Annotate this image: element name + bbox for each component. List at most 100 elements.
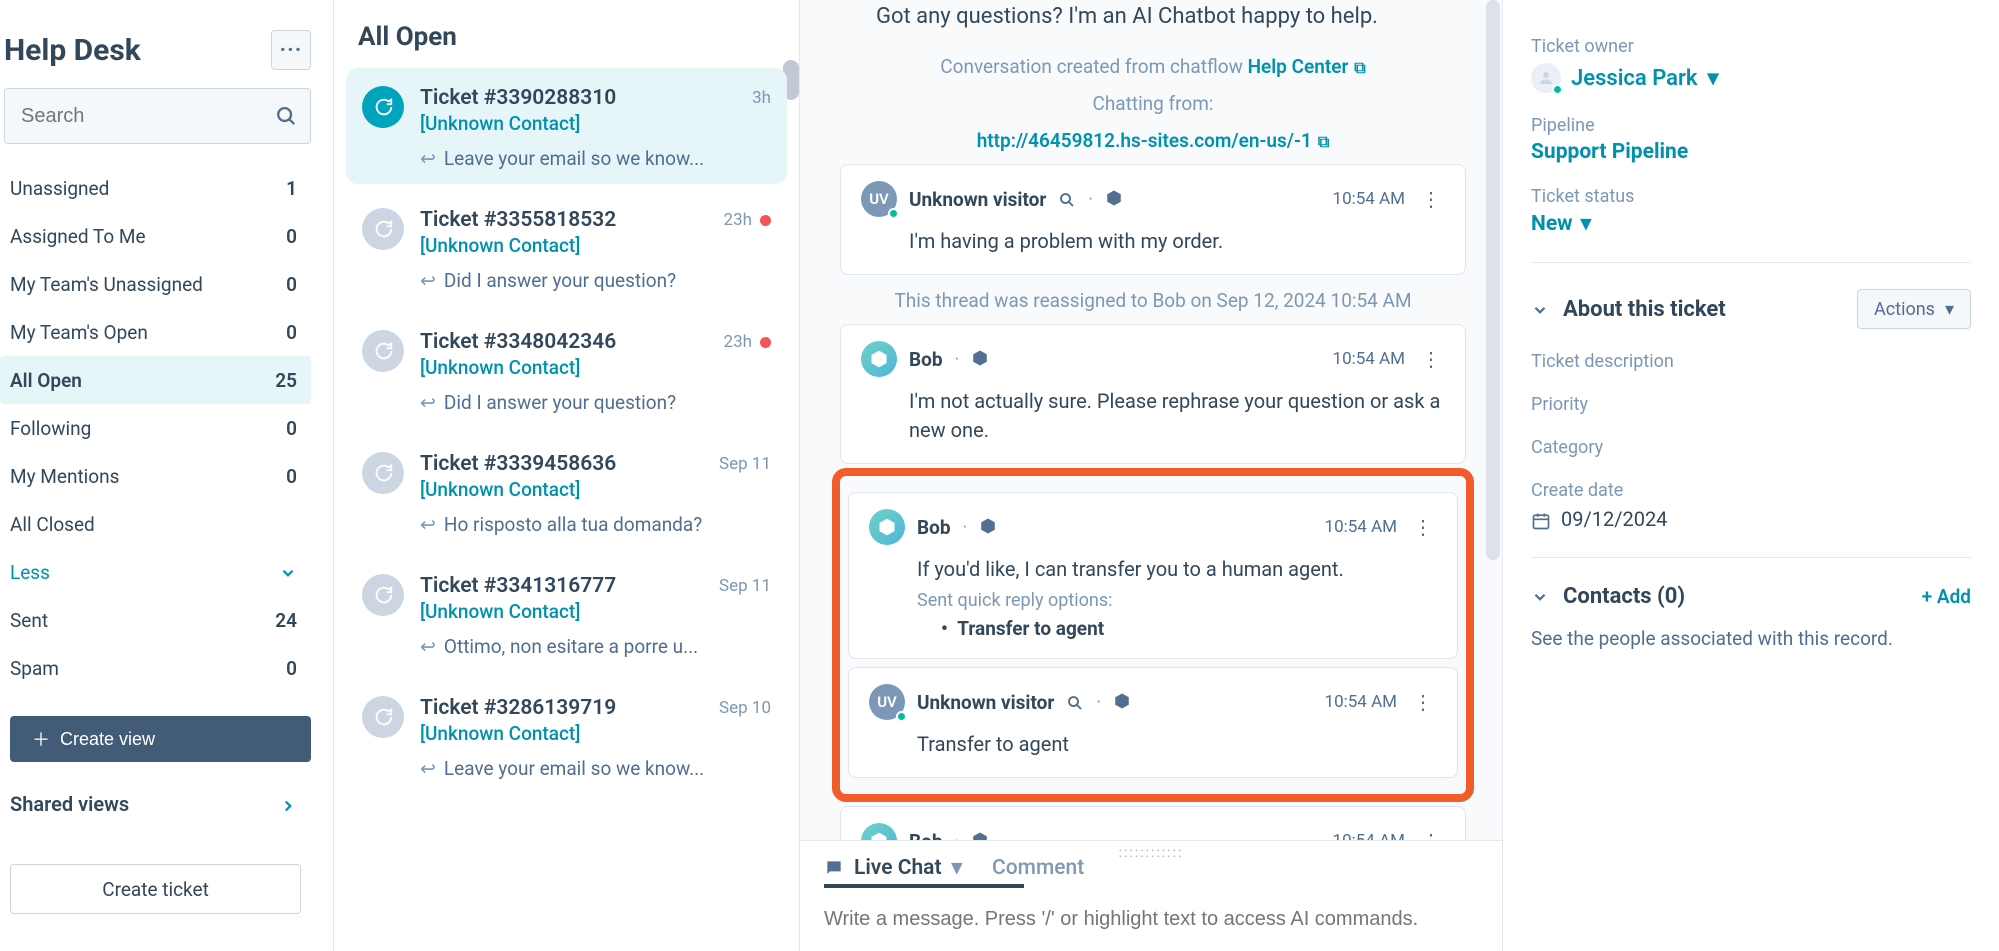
reply-arrow-icon: ↩ [420, 757, 436, 780]
bot-avatar-icon [869, 509, 905, 545]
shared-views-toggle[interactable]: Shared views [0, 792, 311, 816]
sidebar: Help Desk ··· Unassigned1 Assigned To Me… [0, 0, 334, 951]
nav-sent[interactable]: Sent24 [0, 596, 311, 644]
add-contact-button[interactable]: + Add [1922, 585, 1971, 608]
ticket-preview: ↩ Ho risposto alla tua domanda? [420, 513, 771, 536]
status-label: Ticket status [1531, 186, 1971, 207]
contacts-section-toggle[interactable]: Contacts (0) [1531, 584, 1685, 609]
owner-label: Ticket owner [1531, 36, 1971, 57]
compose-input[interactable] [800, 888, 1502, 951]
nav-all-closed[interactable]: All Closed [0, 500, 311, 548]
create-date-value: 09/12/2024 [1531, 507, 1971, 531]
chevron-down-icon: ▾ [1581, 211, 1592, 236]
ticket-preview: ↩ Leave your email so we know... [420, 147, 771, 170]
message-more-button[interactable]: ⋮ [1409, 690, 1437, 714]
search-input[interactable] [4, 88, 311, 144]
ticket-item[interactable]: Ticket #3348042346 23h [Unknown Contact]… [346, 312, 787, 428]
chevron-down-icon: ▾ [1945, 299, 1954, 320]
nav-unassigned[interactable]: Unassigned1 [0, 164, 311, 212]
ticket-title: Ticket #3341316777 [420, 574, 616, 598]
ticket-time: 23h [724, 332, 771, 352]
reassign-note: This thread was reassigned to Bob on Sep… [830, 289, 1476, 312]
nav-my-teams-open[interactable]: My Team's Open0 [0, 308, 311, 356]
ticket-item[interactable]: Ticket #3355818532 23h [Unknown Contact]… [346, 190, 787, 306]
pipeline-label: Pipeline [1531, 115, 1971, 136]
bot-cube-icon [979, 517, 999, 537]
actions-button[interactable]: Actions▾ [1857, 289, 1971, 329]
chevron-down-icon [279, 561, 297, 584]
search-icon[interactable] [1058, 189, 1076, 210]
desc-label: Ticket description [1531, 351, 1971, 372]
message-sender: Bob [917, 516, 951, 539]
visitor-avatar-icon: UV [861, 181, 897, 217]
reply-arrow-icon: ↩ [420, 635, 436, 658]
create-view-button[interactable]: ＋ Create view [10, 716, 311, 762]
external-link-icon: ⧉ [1354, 58, 1365, 77]
message-text: Transfer to agent [917, 730, 1437, 759]
reply-arrow-icon: ↩ [420, 147, 436, 170]
quick-reply-option: • Transfer to agent [941, 617, 1437, 640]
message-more-button[interactable]: ⋮ [1417, 347, 1445, 371]
chat-url-link[interactable]: http://46459812.hs-sites.com/en-us/-1⧉ [977, 129, 1330, 152]
less-toggle[interactable]: Less [0, 548, 311, 596]
ticket-contact: [Unknown Contact] [420, 356, 771, 379]
ticket-list: All Open Ticket #3390288310 3h [Unknown … [334, 0, 800, 951]
message-text: If you'd like, I can transfer you to a h… [917, 555, 1437, 584]
nav-assigned-to-me[interactable]: Assigned To Me0 [0, 212, 311, 260]
chatflow-link[interactable]: Help Center⧉ [1248, 55, 1366, 78]
visitor-avatar-icon: UV [869, 684, 905, 720]
conversation-panel: Got any questions? I'm an AI Chatbot hap… [800, 0, 1503, 951]
chevron-right-icon [279, 792, 297, 816]
bot-avatar-icon [861, 341, 897, 377]
ticket-item[interactable]: Ticket #3341316777 Sep 11 [Unknown Conta… [346, 556, 787, 672]
ticket-title: Ticket #3355818532 [420, 208, 616, 232]
owner-select[interactable]: Jessica Park ▾ [1531, 63, 1971, 93]
create-ticket-button[interactable]: Create ticket [10, 864, 301, 914]
message-sender: Bob [909, 348, 943, 371]
message-card: Bob · 10:54 AM ⋮ I'm not actually sure. … [840, 324, 1466, 464]
conversation-meta: Conversation created from chatflow Help … [830, 55, 1476, 78]
message-more-button[interactable]: ⋮ [1409, 515, 1437, 539]
chevron-down-icon [1531, 584, 1549, 609]
reply-arrow-icon: ↩ [420, 513, 436, 536]
contacts-subtitle: See the people associated with this reco… [1531, 627, 1971, 650]
ticket-title: Ticket #3348042346 [420, 330, 616, 354]
search-icon[interactable] [1066, 692, 1084, 713]
message-time: 10:54 AM [1325, 692, 1397, 712]
ticket-time: 3h [752, 88, 771, 108]
chat-bubble-icon [362, 208, 404, 250]
chevron-down-icon: ▾ [952, 855, 963, 880]
nav-my-mentions[interactable]: My Mentions0 [0, 452, 311, 500]
message-more-button[interactable]: ⋮ [1417, 187, 1445, 211]
bot-cube-icon [1113, 692, 1133, 712]
chat-bubble-icon [362, 86, 404, 128]
message-card: Bob · 10:54 AM ⋮ If you'd like, I can tr… [848, 492, 1458, 659]
ticket-title: Ticket #3286139719 [420, 696, 616, 720]
search-icon [275, 105, 297, 127]
unread-dot-icon [760, 215, 771, 226]
about-section-toggle[interactable]: About this ticket [1531, 297, 1726, 322]
ticket-title: Ticket #3339458636 [420, 452, 616, 476]
sidebar-more-button[interactable]: ··· [271, 30, 311, 70]
message-more-button[interactable]: ⋮ [1417, 829, 1445, 840]
ticket-item[interactable]: Ticket #3339458636 Sep 11 [Unknown Conta… [346, 434, 787, 550]
nav-following[interactable]: Following0 [0, 404, 311, 452]
drag-handle-icon[interactable]: :::::::::::: [1119, 845, 1184, 861]
pipeline-link[interactable]: Support Pipeline [1531, 140, 1688, 164]
message-time: 10:54 AM [1333, 831, 1405, 840]
ticket-title: Ticket #3390288310 [420, 86, 616, 110]
chevron-down-icon: ▾ [1708, 66, 1719, 91]
ticket-item[interactable]: Ticket #3286139719 Sep 10 [Unknown Conta… [346, 678, 787, 794]
avatar-icon [1531, 63, 1561, 93]
bot-cube-icon [971, 831, 991, 840]
ticket-item[interactable]: Ticket #3390288310 3h [Unknown Contact] … [346, 68, 787, 184]
ticket-contact: [Unknown Contact] [420, 478, 771, 501]
status-select[interactable]: New ▾ [1531, 211, 1591, 236]
conversation-meta2: Chatting from: [830, 92, 1476, 115]
nav-spam[interactable]: Spam0 [0, 644, 311, 692]
plus-icon: ＋ [32, 726, 50, 752]
ticket-contact: [Unknown Contact] [420, 234, 771, 257]
nav-my-teams-unassigned[interactable]: My Team's Unassigned0 [0, 260, 311, 308]
message-text: I'm not actually sure. Please rephrase y… [909, 387, 1445, 445]
nav-all-open[interactable]: All Open25 [0, 356, 311, 404]
